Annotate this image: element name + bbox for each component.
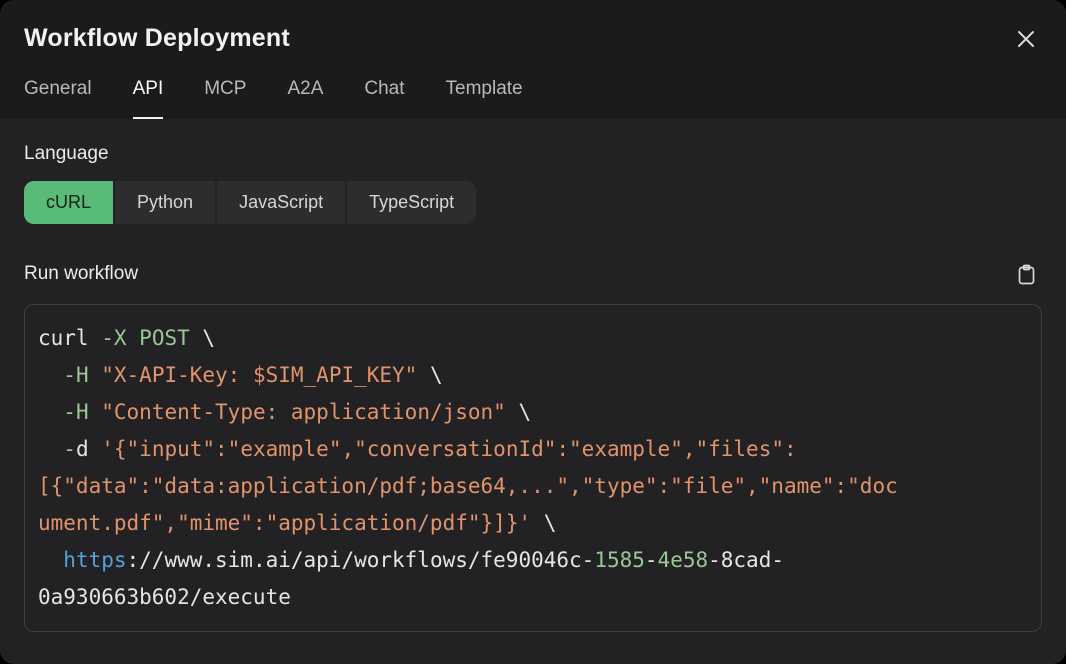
workflow-deployment-modal: Workflow Deployment General API MCP A2A Chat…: [0, 0, 1066, 664]
code-line: -H "Content-Type: application/json" \: [38, 394, 1028, 431]
modal-title: Workflow Deployment: [24, 24, 290, 53]
code-line: 0a930663b602/execute: [38, 579, 1028, 616]
close-button[interactable]: [1012, 25, 1040, 53]
code-line: -H "X-API-Key: $SIM_API_KEY" \: [38, 357, 1028, 394]
language-selector: cURLPythonJavaScriptTypeScript: [24, 181, 476, 224]
tab-chat[interactable]: Chat: [364, 78, 404, 119]
tab-api[interactable]: API: [133, 78, 164, 119]
tab-a2a[interactable]: A2A: [287, 78, 323, 119]
code-line: -d '{"input":"example","conversationId":…: [38, 431, 1028, 468]
code-line: ument.pdf","mime":"application/pdf"}]}' …: [38, 505, 1028, 542]
language-option-python[interactable]: Python: [115, 181, 215, 224]
copy-button[interactable]: [1017, 264, 1036, 285]
run-workflow-label: Run workflow: [24, 263, 138, 285]
tab-template[interactable]: Template: [446, 78, 523, 119]
tab-general[interactable]: General: [24, 78, 92, 119]
language-option-typescript[interactable]: TypeScript: [347, 181, 476, 224]
code-line: https://www.sim.ai/api/workflows/fe90046…: [38, 542, 1028, 579]
language-label: Language: [24, 143, 1042, 165]
close-icon: [1016, 29, 1036, 49]
code-block[interactable]: curl -X POST \ -H "X-API-Key: $SIM_API_K…: [24, 304, 1042, 632]
tab-bar: General API MCP A2A Chat Template: [24, 78, 1042, 119]
language-option-javascript[interactable]: JavaScript: [217, 181, 345, 224]
modal-body: Language cURLPythonJavaScriptTypeScript …: [0, 119, 1066, 664]
clipboard-icon: [1017, 264, 1036, 285]
modal-header: Workflow Deployment General API MCP A2A Chat…: [0, 0, 1066, 119]
tab-mcp[interactable]: MCP: [204, 78, 246, 119]
code-line: curl -X POST \: [38, 320, 1028, 357]
code-line: [{"data":"data:application/pdf;base64,..…: [38, 468, 1028, 505]
language-option-curl[interactable]: cURL: [24, 181, 113, 224]
